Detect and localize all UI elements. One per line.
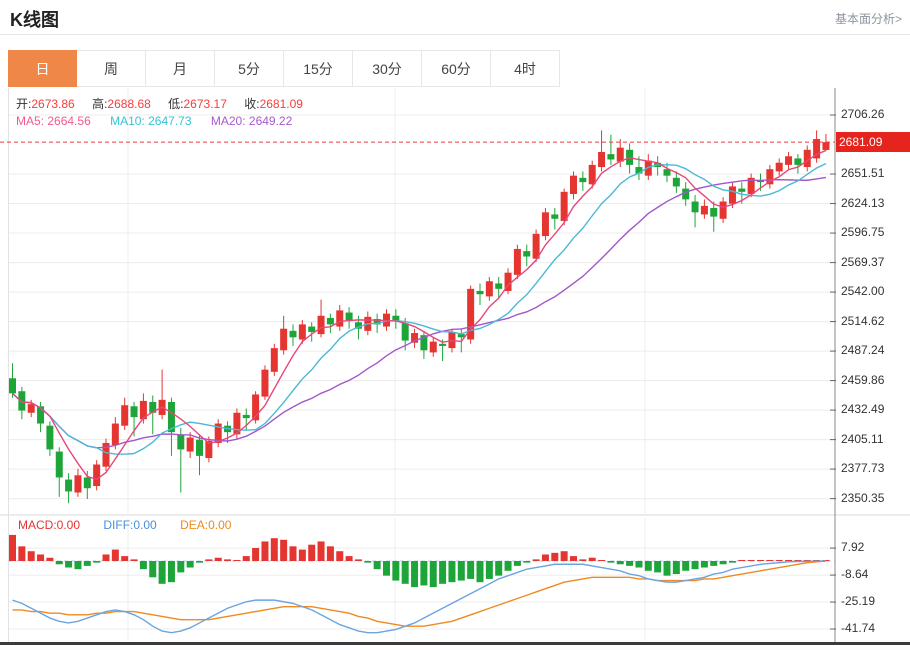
open-label: 开:: [16, 97, 31, 111]
ma10-legend: MA10: 2647.73: [110, 114, 191, 128]
price-axis-label: 2432.49: [841, 402, 884, 416]
macd-axis-label: 7.92: [841, 540, 864, 554]
macd-axis-label: -8.64: [841, 567, 868, 581]
close-value: 2681.09: [260, 97, 303, 111]
price-axis-label: 2459.86: [841, 373, 884, 387]
diff-legend: DIFF:0.00: [103, 518, 156, 532]
macd-legend: MACD:0.00: [18, 518, 80, 532]
price-axis-label: 2596.75: [841, 225, 884, 239]
price-axis-label: 2542.00: [841, 284, 884, 298]
ma5-legend: MA5: 2664.56: [16, 114, 91, 128]
price-axis-label: 2706.26: [841, 107, 884, 121]
price-axis-label: 2624.13: [841, 196, 884, 210]
high-label: 高:: [92, 97, 107, 111]
price-axis-label: 2651.51: [841, 166, 884, 180]
dea-legend: DEA:0.00: [180, 518, 231, 532]
current-price-tag: 2681.09: [836, 132, 910, 152]
price-axis-label: 2377.73: [841, 461, 884, 475]
open-value: 2673.86: [31, 97, 74, 111]
price-axis-label: 2569.37: [841, 255, 884, 269]
close-label: 收:: [244, 97, 259, 111]
macd-axis-label: -41.74: [841, 621, 875, 635]
kline-widget: K线图 基本面分析> 日 周 月 5分 15分 30分 60分 4时 开:267…: [0, 0, 910, 646]
macd-axis-label: -25.19: [841, 594, 875, 608]
price-axis-label: 2487.24: [841, 343, 884, 357]
high-value: 2688.68: [107, 97, 150, 111]
macd-legend-row: MACD:0.00 DIFF:0.00 DEA:0.00: [18, 518, 231, 532]
ohlc-row: 开:2673.86 高:2688.68 低:2673.17 收:2681.09: [16, 95, 317, 112]
low-label: 低:: [168, 97, 183, 111]
ma-row: MA5: 2664.56 MA10: 2647.73 MA20: 2649.22: [16, 114, 292, 128]
ma20-legend: MA20: 2649.22: [211, 114, 292, 128]
price-axis-label: 2514.62: [841, 314, 884, 328]
price-axis-label: 2350.35: [841, 491, 884, 505]
price-axis-label: 2405.11: [841, 432, 884, 446]
low-value: 2673.17: [184, 97, 227, 111]
